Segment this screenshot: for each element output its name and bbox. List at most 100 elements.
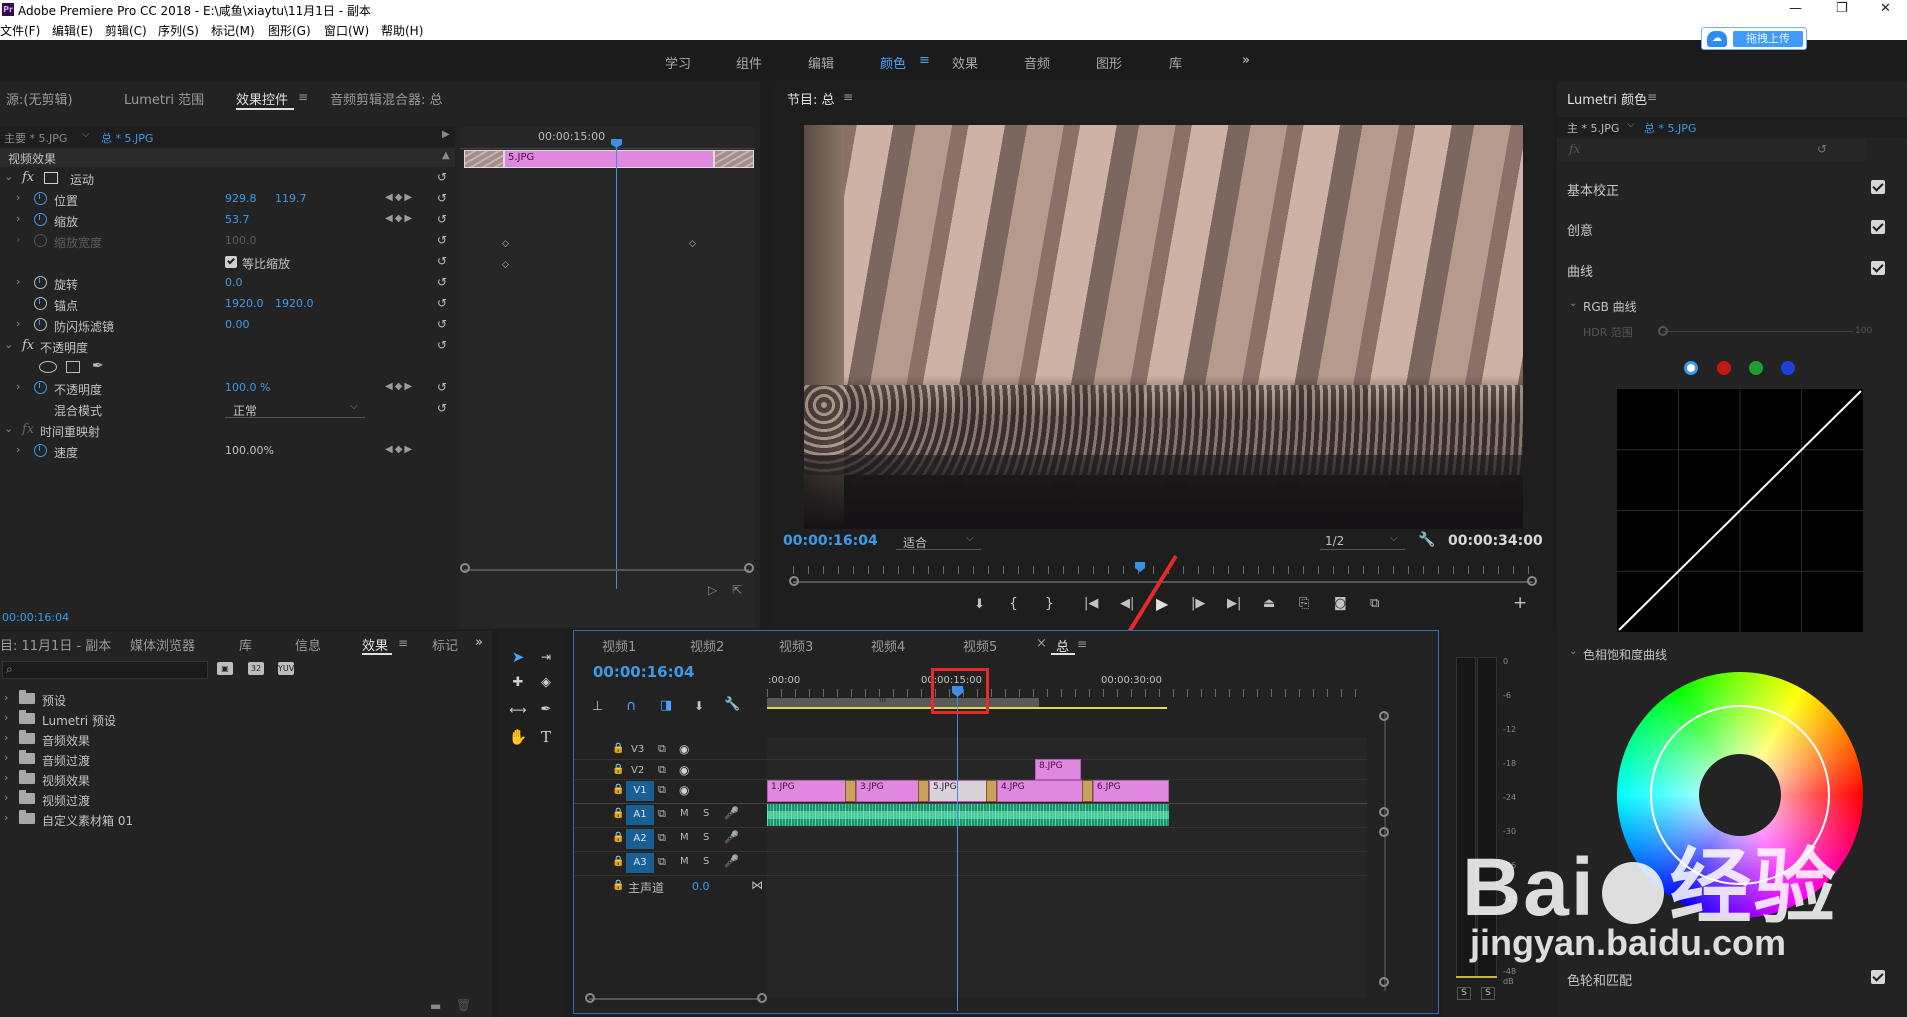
eye-icon[interactable]: ◉: [679, 783, 689, 797]
type-tool-icon[interactable]: T: [536, 727, 556, 747]
zoom-handle-right[interactable]: [757, 993, 767, 1003]
hdr-slider-handle[interactable]: [1658, 326, 1668, 336]
effects-search-input[interactable]: ⌕: [2, 661, 208, 679]
chevron-right-icon[interactable]: ›: [4, 731, 8, 744]
restore-icon[interactable]: ❐: [1836, 1, 1848, 16]
horizontal-scrollbar[interactable]: [589, 998, 761, 1000]
tab-project[interactable]: 目: 11月1日 - 副本: [0, 635, 111, 654]
rotation-value[interactable]: 0.0: [225, 276, 243, 289]
tab-info[interactable]: 信息: [295, 635, 321, 654]
flicker-value[interactable]: 0.00: [225, 318, 250, 331]
reset-icon[interactable]: ↺: [437, 338, 447, 352]
mark-in-icon[interactable]: {: [1009, 596, 1018, 612]
upload-button[interactable]: ☁ 拖拽上传: [1701, 27, 1807, 50]
section-curves[interactable]: 曲线: [1567, 261, 1593, 280]
stopwatch-icon[interactable]: [34, 192, 47, 205]
chevron-right-icon[interactable]: ›: [4, 791, 8, 804]
work-area-bar[interactable]: III: [767, 695, 1039, 707]
mute-button[interactable]: M: [680, 856, 689, 867]
track-label-a2[interactable]: A2: [626, 829, 654, 849]
panel-menu-icon[interactable]: ≡: [298, 90, 308, 104]
section-creative[interactable]: 创意: [1567, 220, 1593, 239]
effects-folder-video-effects[interactable]: › 视频效果: [0, 769, 480, 789]
chevron-right-icon[interactable]: ›: [4, 711, 8, 724]
sync-lock-icon[interactable]: ⧉: [658, 742, 666, 756]
speed-value[interactable]: 100.00%: [225, 444, 274, 457]
chevron-right-icon[interactable]: ›: [16, 191, 20, 204]
add-marker-icon[interactable]: ⬇: [694, 699, 704, 713]
microphone-icon[interactable]: 🎤: [724, 854, 739, 868]
snap-icon[interactable]: ∩: [626, 698, 636, 714]
reset-icon[interactable]: ↺: [437, 275, 447, 289]
hand-tool-icon[interactable]: ✋: [508, 727, 528, 747]
chevron-down-icon[interactable]: ⌄: [1569, 646, 1577, 657]
transition-in[interactable]: [464, 150, 504, 168]
more-tabs-icon[interactable]: »: [475, 635, 483, 650]
mark-out-icon[interactable]: }: [1045, 596, 1054, 612]
effect-clip-bar[interactable]: 5.JPG: [504, 150, 714, 168]
rectangle-mask-icon[interactable]: [66, 361, 80, 373]
chevron-right-icon[interactable]: ›: [4, 691, 8, 704]
reset-icon[interactable]: ↺: [437, 380, 447, 394]
effects-folder-audio-transitions[interactable]: › 音频过渡: [0, 749, 480, 769]
track-label-v1[interactable]: V1: [626, 781, 654, 801]
effect-footer-timecode[interactable]: 00:00:16:04: [2, 611, 69, 624]
pen-mask-icon[interactable]: ✒: [92, 358, 104, 374]
chevron-right-icon[interactable]: ›: [4, 811, 8, 824]
solo-right-button[interactable]: S: [1481, 987, 1495, 1000]
solo-button[interactable]: S: [703, 808, 709, 819]
opacity-value[interactable]: 100.0 %: [225, 381, 270, 394]
quality-dropdown[interactable]: 1/2 ⌵: [1320, 533, 1405, 550]
keyframe-nav-icon[interactable]: ◀◆▶: [385, 192, 414, 203]
lock-icon[interactable]: 🔒: [612, 743, 624, 754]
minimize-icon[interactable]: —: [1789, 1, 1802, 16]
section-color-wheels[interactable]: 色轮和匹配: [1567, 970, 1632, 989]
slip-tool-icon[interactable]: ⟷: [508, 700, 528, 720]
panel-menu-icon[interactable]: ≡: [1077, 637, 1087, 651]
scroll-handle[interactable]: [1379, 977, 1389, 987]
clip-4[interactable]: 4.JPG: [997, 780, 1089, 802]
fx-icon[interactable]: fx: [1569, 142, 1580, 156]
tab-libraries[interactable]: 库: [239, 635, 252, 654]
32bit-effects-icon[interactable]: 32: [248, 662, 264, 675]
eye-icon[interactable]: ◉: [679, 763, 689, 777]
menu-file[interactable]: 文件(F): [0, 22, 40, 39]
chevron-down-icon[interactable]: ⌄: [4, 338, 13, 351]
playhead-icon[interactable]: [611, 139, 622, 148]
timeline-ruler-ticks[interactable]: [767, 689, 1367, 697]
track-label-v3[interactable]: V3: [631, 744, 644, 755]
panel-menu-icon[interactable]: ≡: [843, 90, 853, 104]
position-x-value[interactable]: 929.8: [225, 192, 257, 205]
position-y-value[interactable]: 119.7: [275, 192, 307, 205]
lift-icon[interactable]: ⏏: [1263, 596, 1275, 611]
add-marker-icon[interactable]: ⬇: [974, 597, 985, 612]
transition-out[interactable]: [714, 150, 754, 168]
accelerated-effects-icon[interactable]: ▣: [217, 662, 233, 675]
vertical-scrollbar[interactable]: [1384, 711, 1386, 991]
sync-lock-icon[interactable]: ⧉: [658, 783, 666, 797]
solo-button[interactable]: S: [703, 856, 709, 867]
tab-media-browser[interactable]: 媒体浏览器: [130, 635, 195, 654]
zoom-handle-left[interactable]: [460, 563, 470, 573]
sync-lock-icon[interactable]: ⧉: [658, 807, 666, 821]
lumetri-clip-label[interactable]: 总 * 5.JPG: [1644, 120, 1696, 136]
chevron-right-icon[interactable]: ›: [4, 771, 8, 784]
transform-box-icon[interactable]: [44, 172, 58, 184]
reset-icon[interactable]: ↺: [1817, 142, 1827, 156]
microphone-icon[interactable]: 🎤: [724, 806, 739, 820]
pen-tool-icon[interactable]: ✒: [536, 700, 556, 720]
clip-3[interactable]: 3.JPG: [856, 780, 926, 802]
anchor-y-value[interactable]: 1920.0: [275, 297, 314, 310]
keyframe-icon[interactable]: ◇: [502, 239, 509, 249]
curve-channel-green[interactable]: [1749, 361, 1763, 375]
panel-menu-icon[interactable]: ≡: [1647, 90, 1657, 104]
add-button-icon[interactable]: +: [1513, 593, 1527, 613]
scroll-up-icon[interactable]: ▲: [442, 150, 450, 161]
zoom-handle-left[interactable]: [789, 576, 799, 586]
chevron-right-icon[interactable]: ›: [4, 751, 8, 764]
track-select-tool-icon[interactable]: ⇥: [536, 647, 556, 667]
chevron-right-icon[interactable]: ›: [16, 212, 20, 225]
scale-value[interactable]: 53.7: [225, 213, 250, 226]
play-only-icon[interactable]: ▶: [442, 129, 450, 140]
hdr-slider[interactable]: [1663, 331, 1853, 332]
